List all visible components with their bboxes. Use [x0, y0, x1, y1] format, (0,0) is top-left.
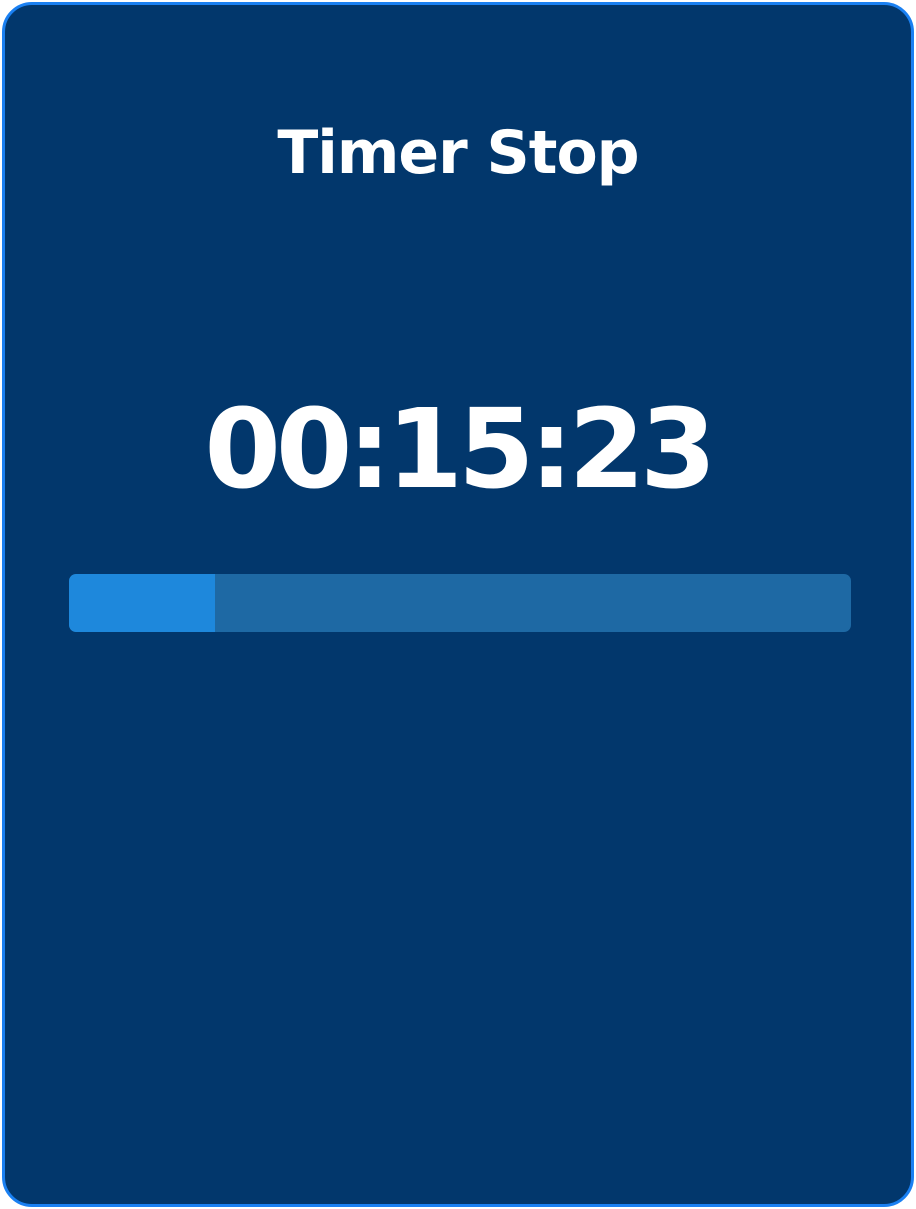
timer-progress-bar [69, 574, 851, 632]
timer-progress-fill [69, 574, 216, 632]
timer-title: Timer Stop [277, 118, 639, 188]
timer-card: Timer Stop 00:15:23 [2, 2, 914, 1207]
timer-display: 00:15:23 [204, 385, 716, 513]
